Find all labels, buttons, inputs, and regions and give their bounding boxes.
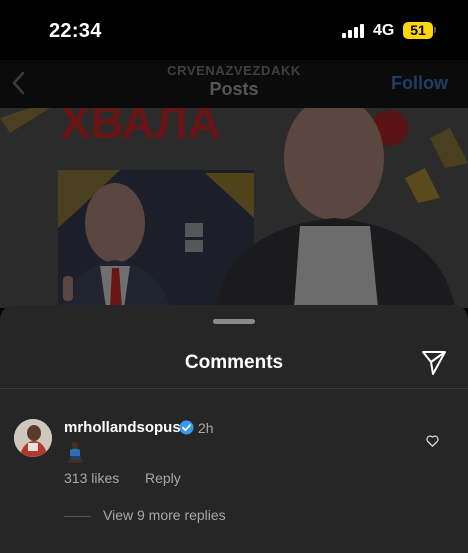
status-time: 22:34 (49, 20, 102, 42)
heart-icon[interactable] (425, 433, 440, 448)
avatar[interactable] (14, 419, 52, 457)
sheet-divider (0, 388, 468, 389)
comments-sheet: Comments mrhollandsopus 2h 313 likes Rep… (0, 305, 468, 553)
verified-badge-icon (179, 420, 194, 435)
view-more-replies[interactable]: View 9 more replies (103, 507, 226, 523)
battery-tip (434, 27, 436, 33)
comment-username[interactable]: mrhollandsopus (64, 419, 181, 436)
cellular-signal-icon (342, 24, 366, 38)
status-bar: 22:34 4G 51 (0, 0, 468, 60)
network-type: 4G (373, 22, 395, 39)
post-headline: ХВАЛА (60, 108, 221, 148)
comments-title: Comments (184, 352, 284, 373)
post-image[interactable]: ХВАЛА (0, 108, 468, 308)
battery-icon: 51 (403, 22, 433, 39)
reply-button[interactable]: Reply (145, 470, 181, 486)
comment-likes[interactable]: 313 likes (64, 470, 119, 486)
posts-header: CRVENAZVEZDAKK Posts Follow (0, 60, 468, 108)
comment-time: 2h (198, 420, 214, 436)
sheet-drag-handle[interactable] (213, 319, 255, 324)
replies-line (64, 516, 91, 517)
share-send-icon[interactable] (420, 348, 448, 376)
follow-button[interactable]: Follow (391, 73, 448, 94)
kneeling-person-emoji (66, 441, 84, 463)
